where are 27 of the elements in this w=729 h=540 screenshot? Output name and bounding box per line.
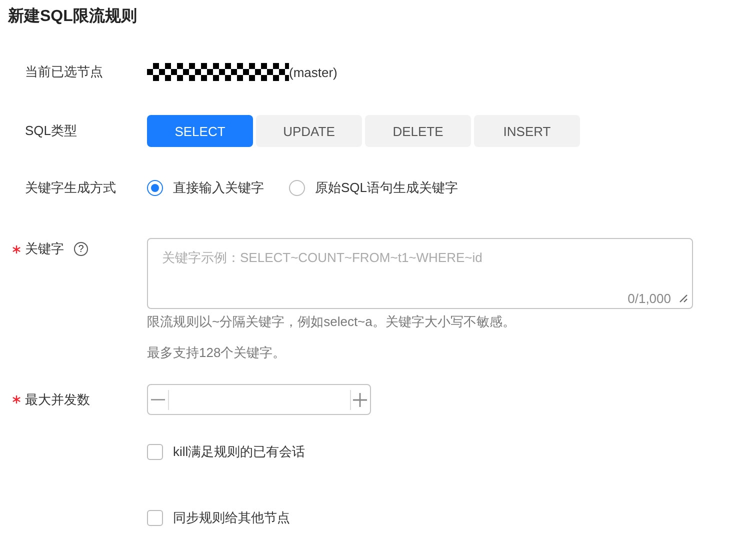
help-text: 最多支持128个关键字。	[147, 344, 287, 362]
sql-type-tab[interactable]: SELECT	[147, 115, 253, 147]
field-label: 当前已选节点	[25, 63, 103, 81]
checkbox[interactable]	[147, 510, 163, 526]
page-title: 新建SQL限流规则	[6, 6, 138, 27]
sql-type-tab[interactable]: INSERT	[474, 115, 580, 147]
checkbox[interactable]	[147, 444, 163, 460]
sql-type-tab[interactable]: UPDATE	[256, 115, 362, 147]
field-label: 关键字	[25, 240, 64, 258]
field-label: SQL类型	[25, 122, 78, 140]
radio-label: 直接输入关键字	[173, 179, 264, 197]
checkbox-label: kill满足规则的已有会话	[173, 443, 306, 461]
required-icon	[12, 244, 21, 254]
character-counter: 0/1,000	[628, 291, 671, 306]
radio-label: 原始SQL语句生成关键字	[315, 179, 458, 197]
resize-handle-icon[interactable]	[679, 294, 688, 303]
number-stepper[interactable]	[147, 384, 371, 415]
field-label: 最大并发数	[25, 390, 90, 408]
radio-button[interactable]	[147, 180, 163, 196]
sql-type-tab[interactable]: DELETE	[365, 115, 471, 147]
node-role: (master)	[289, 64, 338, 80]
radio-button[interactable]	[289, 180, 305, 196]
checkbox-label: 同步规则给其他节点	[173, 509, 290, 527]
required-icon	[12, 395, 21, 404]
help-text: 限流规则以~分隔关键字，例如select~a。关键字大小写不敏感。	[147, 313, 516, 331]
field-label: 关键字生成方式	[25, 179, 116, 197]
help-icon[interactable]: ?	[74, 242, 88, 256]
